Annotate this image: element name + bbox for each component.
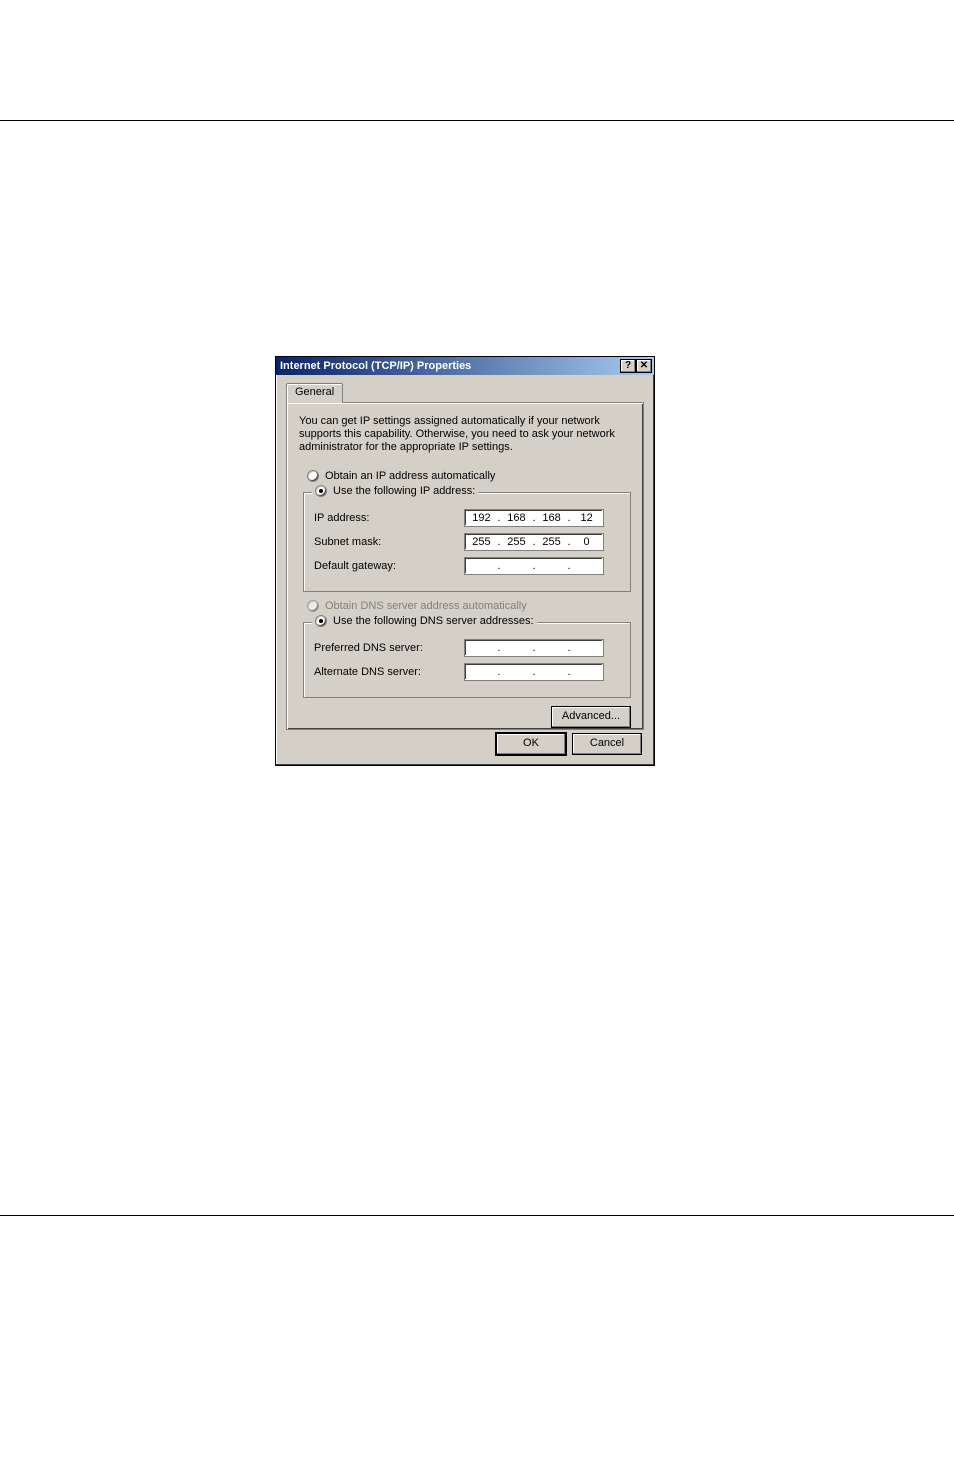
help-icon[interactable]: ? [620,359,636,373]
close-icon[interactable]: ✕ [636,359,652,373]
subnet-mask-input[interactable]: 255. 255. 255. 0 [464,533,604,551]
radio-obtain-ip-label: Obtain an IP address automatically [325,470,495,482]
default-gateway-row: Default gateway: . . . [314,557,620,575]
tab-general[interactable]: General [286,383,343,403]
alternate-dns-input[interactable]: . . . [464,663,604,681]
tcpip-properties-dialog: Internet Protocol (TCP/IP) Properties ? … [275,356,655,766]
ip-octet[interactable]: 168 [504,512,528,524]
radio-obtain-dns [307,600,319,612]
tab-strip: General [286,383,644,403]
cancel-button[interactable]: Cancel [572,733,642,755]
radio-use-ip-label: Use the following IP address: [333,485,475,497]
radio-use-ip-row[interactable]: Use the following IP address: [312,485,478,497]
ip-octet[interactable]: 0 [575,536,599,548]
default-gateway-label: Default gateway: [314,560,464,572]
info-text: You can get IP settings assigned automat… [299,415,629,454]
ip-address-input[interactable]: 192. 168. 168. 12 [464,509,604,527]
ip-address-label: IP address: [314,512,464,524]
ip-octet[interactable]: 255 [540,536,564,548]
dialog-client-area: General You can get IP settings assigned… [276,375,654,765]
alternate-dns-row: Alternate DNS server: . . . [314,663,620,681]
ip-octet[interactable]: 192 [469,512,493,524]
radio-obtain-dns-label: Obtain DNS server address automatically [325,600,527,612]
preferred-dns-input[interactable]: . . . [464,639,604,657]
ip-octet[interactable]: 12 [575,512,599,524]
radio-obtain-ip[interactable] [307,470,319,482]
dialog-footer-buttons: OK Cancel [496,733,642,755]
ip-octet[interactable]: 255 [504,536,528,548]
alternate-dns-label: Alternate DNS server: [314,666,464,678]
preferred-dns-label: Preferred DNS server: [314,642,464,654]
subnet-mask-row: Subnet mask: 255. 255. 255. 0 [314,533,620,551]
subnet-mask-label: Subnet mask: [314,536,464,548]
radio-use-dns-label: Use the following DNS server addresses: [333,615,534,627]
window-controls: ? ✕ [620,359,652,373]
advanced-button-row: Advanced... [299,706,631,728]
radio-use-dns[interactable] [315,615,327,627]
radio-use-dns-row[interactable]: Use the following DNS server addresses: [312,615,537,627]
advanced-button[interactable]: Advanced... [551,706,631,728]
radio-obtain-dns-row: Obtain DNS server address automatically [307,600,631,612]
radio-obtain-ip-row[interactable]: Obtain an IP address automatically [307,470,631,482]
ip-address-group: Use the following IP address: IP address… [303,492,631,592]
ok-button[interactable]: OK [496,733,566,755]
ip-octet[interactable]: 255 [469,536,493,548]
titlebar[interactable]: Internet Protocol (TCP/IP) Properties ? … [276,357,654,375]
tab-panel-general: You can get IP settings assigned automat… [286,402,644,730]
dns-group: Use the following DNS server addresses: … [303,622,631,698]
page-header-rule [0,120,954,121]
default-gateway-input[interactable]: . . . [464,557,604,575]
ip-address-row: IP address: 192. 168. 168. 12 [314,509,620,527]
radio-use-ip[interactable] [315,485,327,497]
ip-octet[interactable]: 168 [540,512,564,524]
window-title: Internet Protocol (TCP/IP) Properties [280,360,471,372]
page-footer-rule [0,1215,954,1216]
preferred-dns-row: Preferred DNS server: . . . [314,639,620,657]
